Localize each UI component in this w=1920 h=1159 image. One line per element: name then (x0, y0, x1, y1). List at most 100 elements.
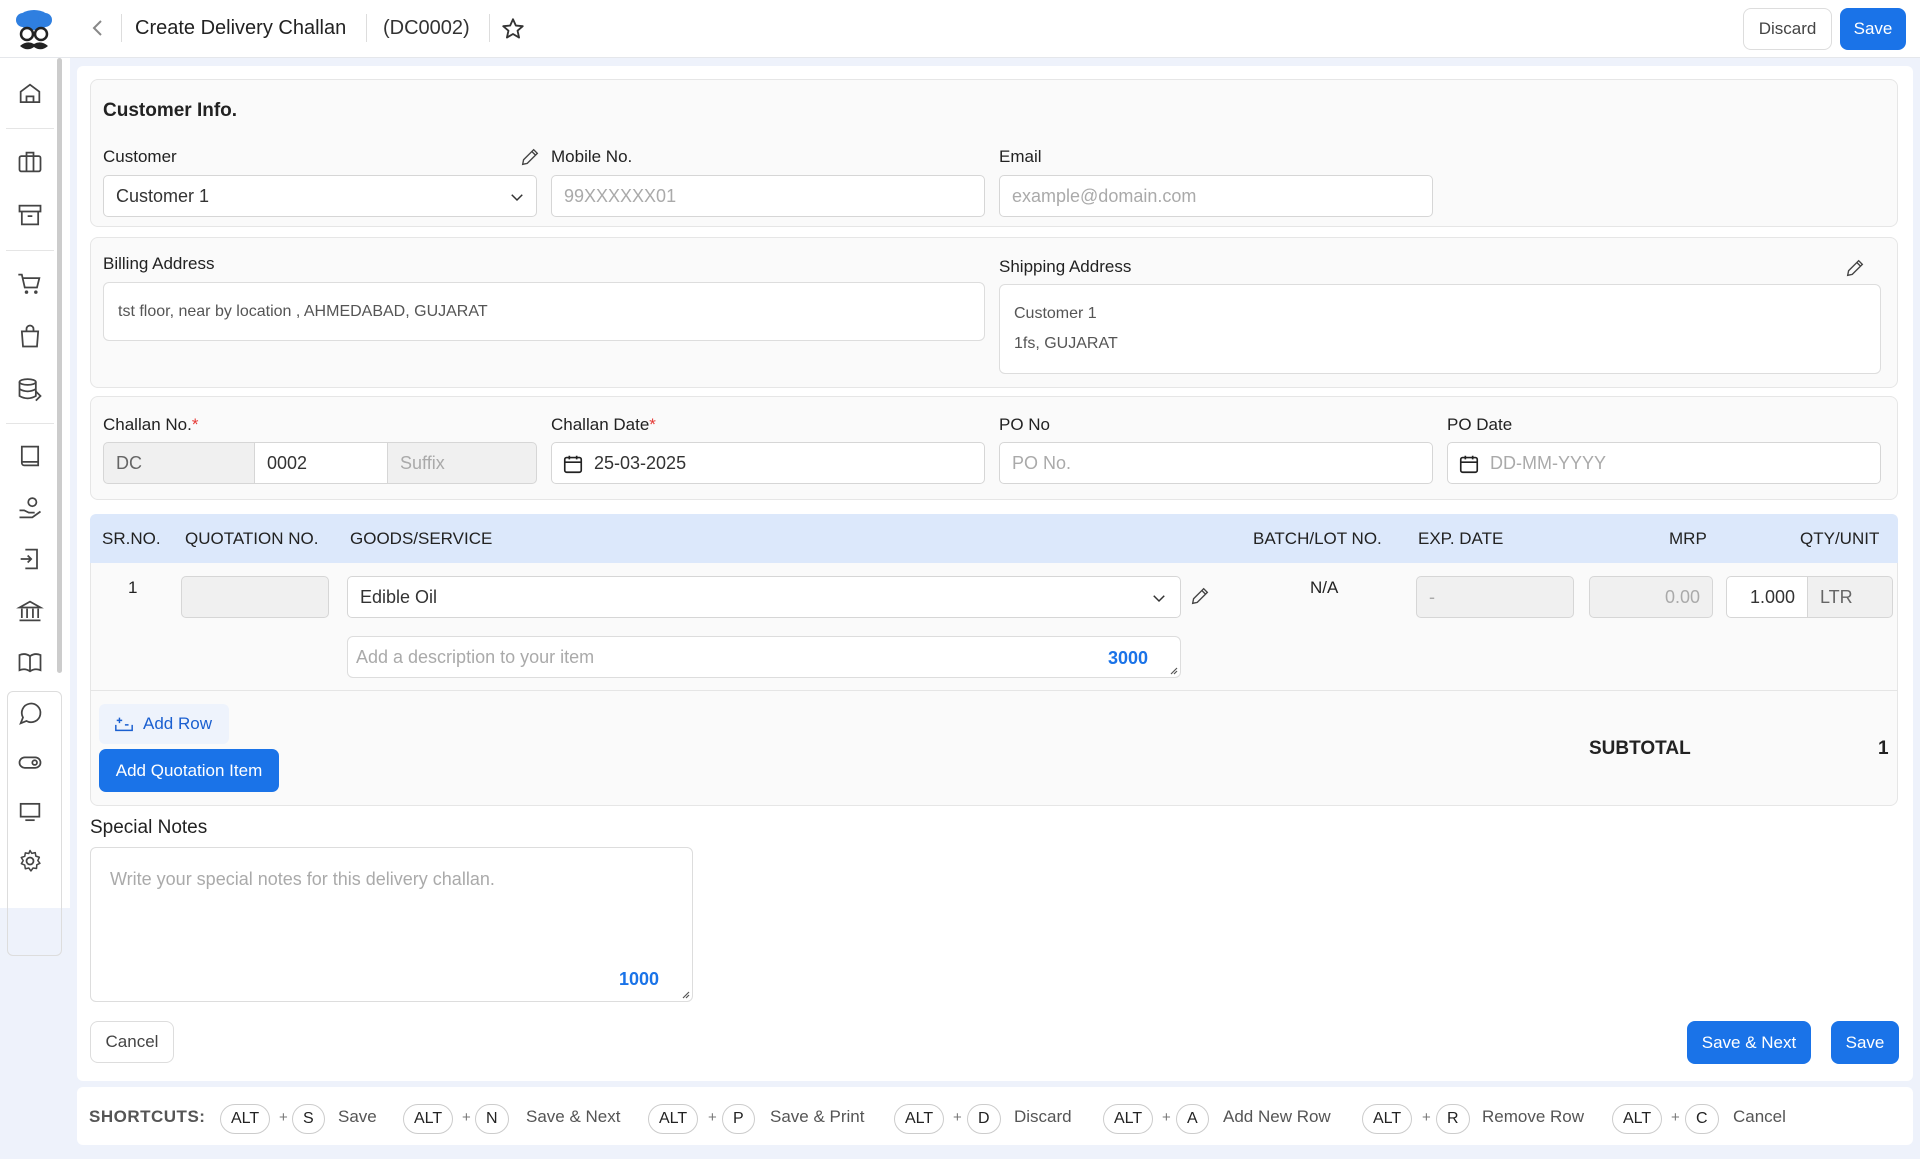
home-icon[interactable] (16, 80, 44, 108)
shortcut-modifier: ALT (1612, 1104, 1663, 1134)
cancel-button[interactable]: Cancel (90, 1021, 174, 1063)
back-icon[interactable] (86, 16, 110, 40)
divider (90, 690, 1898, 691)
shortcut-plus: + (708, 1109, 717, 1126)
customer-select[interactable]: Customer 1 (103, 175, 537, 217)
calendar-icon (1459, 455, 1479, 474)
shortcut-key: D (967, 1104, 1001, 1134)
subtotal-value: 1 (1878, 738, 1889, 759)
save-button[interactable]: Save (1840, 8, 1906, 50)
add-row-icon (115, 717, 133, 732)
po-date-placeholder: DD-MM-YYYY (1490, 453, 1606, 473)
chevron-down-icon (511, 194, 523, 202)
customer-info-card: Customer Info. Customer Customer 1 Mobil… (90, 79, 1898, 227)
shortcut-label: Discard (1014, 1107, 1072, 1126)
item-description-field[interactable]: Add a description to your item 3000 (347, 636, 1181, 678)
shortcut-modifier: ALT (1103, 1104, 1154, 1134)
monitor-icon[interactable] (16, 798, 44, 826)
challan-date-label: Challan Date* (551, 415, 656, 434)
receipt-icon[interactable] (16, 545, 44, 573)
challan-number-field[interactable]: 0002 (254, 442, 388, 484)
gear-icon[interactable] (16, 847, 44, 875)
app-logo-icon[interactable] (14, 8, 54, 54)
challan-prefix-field[interactable]: DC (103, 442, 255, 484)
toggle-icon[interactable] (16, 748, 44, 776)
shortcut-key: C (1685, 1104, 1719, 1134)
chat-icon[interactable] (16, 700, 44, 728)
special-notes-field[interactable]: Write your special notes for this delive… (90, 847, 693, 1002)
hand-coin-icon[interactable] (16, 494, 44, 522)
book-icon[interactable] (16, 442, 44, 470)
exp-date-field[interactable]: - (1416, 576, 1574, 618)
special-notes-placeholder: Write your special notes for this delive… (110, 869, 495, 889)
edit-shipping-icon[interactable] (1844, 257, 1866, 279)
th-goods: GOODS/SERVICE (350, 529, 493, 548)
star-icon[interactable] (500, 16, 526, 42)
customer-label: Customer (103, 147, 177, 166)
po-date-label: PO Date (1447, 415, 1513, 434)
qty-field[interactable]: 1.000 (1726, 576, 1808, 618)
database-icon[interactable] (16, 375, 44, 403)
sidebar-scrollbar[interactable] (57, 58, 62, 673)
shipping-address-field[interactable]: Customer 1 1fs, GUJARAT (999, 284, 1881, 374)
divider (6, 128, 54, 129)
email-field[interactable]: example@domain.com (999, 175, 1433, 217)
goods-select-value: Edible Oil (360, 587, 438, 607)
shortcut-key: R (1436, 1104, 1470, 1134)
shortcut-modifier: ALT (403, 1104, 454, 1134)
resize-handle-icon[interactable] (680, 989, 690, 999)
document-number: (DC0002) (383, 17, 470, 39)
divider (489, 14, 490, 42)
challan-suffix-field[interactable]: Suffix (387, 442, 537, 484)
subtotal-label: SUBTOTAL (1589, 738, 1691, 759)
unit-field[interactable]: LTR (1807, 576, 1893, 618)
add-row-button[interactable]: Add Row (99, 704, 229, 744)
edit-item-icon[interactable] (1189, 585, 1211, 607)
chevron-down-icon (1153, 595, 1165, 603)
special-notes-label: Special Notes (90, 817, 208, 838)
cart-icon[interactable] (16, 270, 44, 298)
table-header: SR.NO. QUOTATION NO. GOODS/SERVICE BATCH… (90, 514, 1898, 563)
notes-char-counter: 1000 (618, 969, 659, 989)
th-qty: QTY/UNIT (1800, 529, 1880, 548)
save-and-next-button[interactable]: Save & Next (1687, 1021, 1811, 1064)
page-title: Create Delivery Challan (135, 17, 347, 39)
mobile-field[interactable]: 99XXXXXX01 (551, 175, 985, 217)
po-no-field[interactable]: PO No. (999, 442, 1433, 484)
resize-handle-icon[interactable] (1168, 665, 1178, 675)
mobile-label: Mobile No. (551, 147, 633, 166)
calendar-icon (563, 455, 583, 474)
bank-icon[interactable] (16, 597, 44, 625)
edit-customer-icon[interactable] (519, 146, 541, 168)
add-quotation-item-button[interactable]: Add Quotation Item (99, 749, 279, 792)
discard-button[interactable]: Discard (1743, 8, 1832, 50)
shortcut-label: Save & Print (770, 1107, 865, 1126)
archive-icon[interactable] (16, 201, 44, 229)
po-date-field[interactable]: DD-MM-YYYY (1447, 442, 1881, 484)
row-sr: 1 (128, 578, 138, 597)
mrp-field[interactable]: 0.00 (1589, 576, 1713, 618)
quotation-no-field[interactable] (181, 576, 329, 618)
shortcut-label: Save & Next (526, 1107, 621, 1126)
shortcut-modifier: ALT (1362, 1104, 1413, 1134)
th-quotation: QUOTATION NO. (185, 529, 319, 548)
divider (366, 14, 367, 42)
shortcuts-bar: SHORTCUTS: ALT + S Save ALT + N Save & N… (77, 1087, 1913, 1145)
bag-icon[interactable] (16, 322, 44, 350)
shortcut-label: Add New Row (1223, 1107, 1331, 1126)
billing-address-value: tst floor, near by location , AHMEDABAD,… (118, 303, 488, 320)
open-book-icon[interactable] (16, 648, 44, 676)
sidebar (0, 58, 70, 956)
shortcut-key: S (292, 1104, 325, 1134)
challan-date-field[interactable]: 25-03-2025 (551, 442, 985, 484)
row-batch: N/A (1310, 578, 1339, 597)
billing-address-field[interactable]: tst floor, near by location , AHMEDABAD,… (103, 282, 985, 341)
customer-select-value: Customer 1 (116, 186, 210, 206)
shortcut-plus: + (462, 1109, 471, 1126)
shortcut-modifier: ALT (894, 1104, 945, 1134)
divider (6, 423, 54, 424)
shortcut-key: P (722, 1104, 755, 1134)
briefcase-icon[interactable] (16, 148, 44, 176)
goods-select[interactable]: Edible Oil (347, 576, 1181, 618)
save-button[interactable]: Save (1831, 1021, 1899, 1064)
